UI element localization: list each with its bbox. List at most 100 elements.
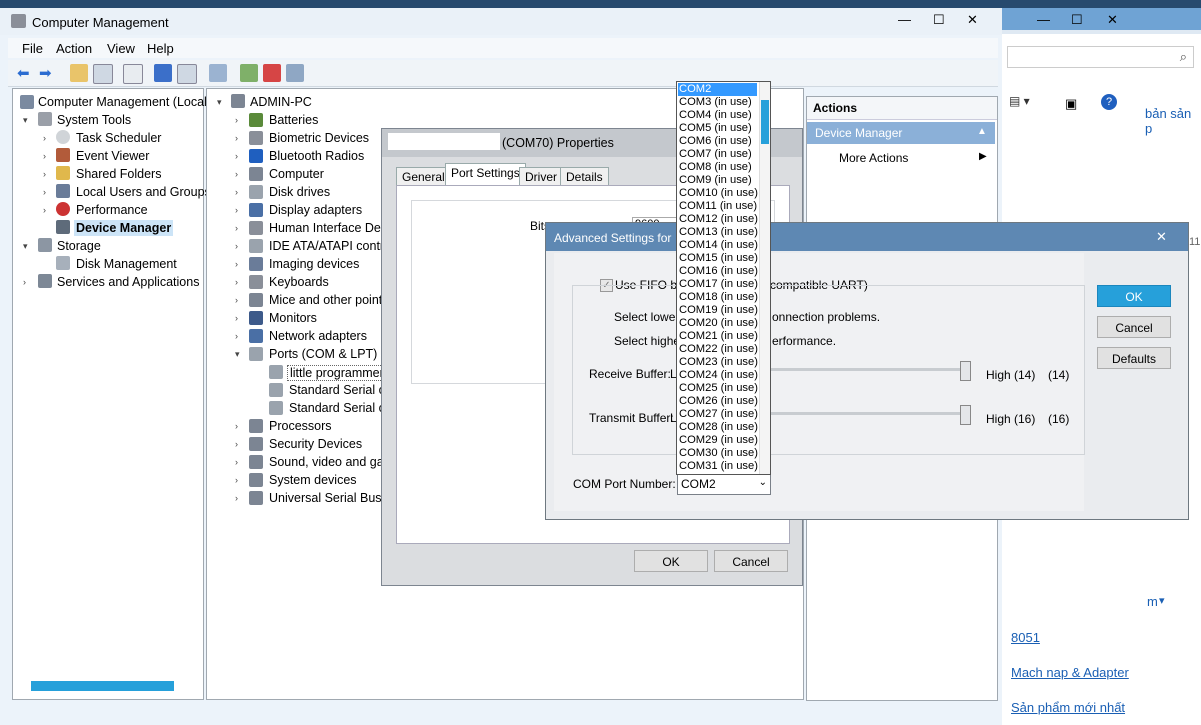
tab-details[interactable]: Details [560, 167, 609, 185]
link-san-pham-moi[interactable]: Sản phẩm mới nhất [1011, 700, 1125, 715]
tree-storage[interactable]: Storage [57, 239, 101, 253]
transmit-slider-thumb[interactable] [960, 405, 971, 425]
device-category-item[interactable]: Keyboards [269, 275, 329, 289]
dropdown-option[interactable]: COM21 (in use) [679, 330, 758, 343]
device-category-item[interactable]: Network adapters [269, 329, 367, 343]
expand-arrow-icon[interactable]: › [235, 457, 238, 467]
tab-general[interactable]: General [396, 167, 451, 185]
actions-section-device-manager[interactable]: Device Manager ▲ [807, 122, 995, 144]
device-category-item[interactable]: System devices [269, 473, 357, 487]
browser-close-button[interactable]: ✕ [1107, 12, 1118, 28]
expand-arrow-icon[interactable]: › [23, 277, 26, 287]
dropdown-option[interactable]: COM25 (in use) [679, 382, 758, 395]
collapse-arrow-icon[interactable]: ▾ [235, 349, 240, 360]
expand-arrow-icon[interactable]: › [235, 133, 238, 143]
device-category-item[interactable]: Biometric Devices [269, 131, 369, 145]
advanced-cancel-button[interactable]: Cancel [1097, 316, 1171, 338]
action-pane-icon[interactable] [177, 64, 197, 84]
expand-arrow-icon[interactable]: › [43, 187, 46, 197]
search-icon[interactable]: ⌕ [1180, 49, 1187, 65]
tree-performance[interactable]: Performance [76, 203, 148, 217]
expand-arrow-icon[interactable]: › [235, 331, 238, 341]
device-category-item[interactable]: Computer [269, 167, 324, 181]
dropdown-option[interactable]: COM4 (in use) [679, 109, 752, 122]
view-options-icon[interactable]: ▤ ▾ [1009, 94, 1059, 110]
browser-maximize-button[interactable]: ☐ [1071, 12, 1083, 28]
chevron-down-icon[interactable]: ▾ [1159, 594, 1165, 607]
dropdown-option[interactable]: COM11 (in use) [679, 200, 757, 213]
dropdown-scroll-thumb[interactable] [761, 100, 769, 144]
tree-root[interactable]: Computer Management (Local [38, 95, 207, 109]
device-tree-root[interactable]: ADMIN-PC [250, 95, 312, 109]
expand-arrow-icon[interactable]: › [43, 169, 46, 179]
dropdown-option[interactable]: COM10 (in use) [679, 187, 758, 200]
dropdown-option[interactable]: COM31 (in use) [679, 460, 758, 473]
expand-arrow-icon[interactable]: › [235, 313, 238, 323]
device-category-item[interactable]: IDE ATA/ATAPI contr [269, 239, 384, 253]
expand-arrow-icon[interactable]: › [235, 295, 238, 305]
disable-device-icon[interactable] [286, 64, 304, 82]
dropdown-option[interactable]: COM23 (in use) [679, 356, 758, 369]
tab-port-settings[interactable]: Port Settings [445, 163, 526, 185]
menu-action[interactable]: Action [56, 41, 92, 56]
back-icon[interactable]: ⬅ [17, 64, 35, 82]
device-category-item[interactable]: Batteries [269, 113, 318, 127]
link-8051[interactable]: 8051 [1011, 630, 1040, 645]
properties-icon[interactable] [123, 64, 143, 84]
tree-local-users[interactable]: Local Users and Groups [76, 185, 211, 199]
com-port-select[interactable]: COM2 ⌄ [677, 473, 771, 495]
expand-arrow-icon[interactable]: › [235, 277, 238, 287]
dropdown-option[interactable]: COM19 (in use) [679, 304, 758, 317]
chevron-down-icon[interactable]: ⌄ [759, 477, 767, 488]
advanced-ok-button[interactable]: OK [1097, 285, 1171, 307]
device-category-item[interactable]: Bluetooth Radios [269, 149, 364, 163]
chevron-right-icon[interactable]: ▶ [979, 151, 987, 162]
dropdown-option[interactable]: COM16 (in use) [679, 265, 758, 278]
dropdown-option[interactable]: COM9 (in use) [679, 174, 752, 187]
browser-search-box[interactable]: ⌕ [1007, 46, 1194, 68]
up-folder-icon[interactable] [70, 64, 88, 82]
dropdown-option[interactable]: COM7 (in use) [679, 148, 752, 161]
expand-arrow-icon[interactable]: › [235, 223, 238, 233]
collapse-arrow-icon[interactable]: ▾ [23, 241, 28, 252]
expand-arrow-icon[interactable]: › [235, 187, 238, 197]
dropdown-option[interactable]: COM6 (in use) [679, 135, 752, 148]
collapse-arrow-icon[interactable]: ▾ [23, 115, 28, 126]
tree-shared-folders[interactable]: Shared Folders [76, 167, 161, 181]
advanced-defaults-button[interactable]: Defaults [1097, 347, 1171, 369]
device-category-item[interactable]: Universal Serial Bus c [269, 491, 391, 505]
device-category-item[interactable]: Imaging devices [269, 257, 359, 271]
uninstall-icon[interactable] [263, 64, 281, 82]
show-tree-icon[interactable] [93, 64, 113, 84]
expand-arrow-icon[interactable]: › [43, 151, 46, 161]
dropdown-scrollbar[interactable] [759, 82, 770, 474]
com-port-dropdown-list[interactable]: COM2 COM3 (in use) COM4 (in use) COM5 (in u… [676, 81, 771, 475]
dropdown-option[interactable]: COM27 (in use) [679, 408, 758, 421]
dropdown-option[interactable]: COM29 (in use) [679, 434, 758, 447]
maximize-button[interactable]: ☐ [933, 12, 945, 28]
device-category-item[interactable]: Processors [269, 419, 332, 433]
dropdown-option[interactable]: COM15 (in use) [679, 252, 758, 265]
dropdown-option[interactable]: COM24 (in use) [679, 369, 758, 382]
help-toolbar-icon[interactable] [154, 64, 172, 82]
expand-arrow-icon[interactable]: › [235, 259, 238, 269]
expand-arrow-icon[interactable]: › [235, 169, 238, 179]
device-category-item[interactable]: Human Interface Devi [269, 221, 390, 235]
menu-view[interactable]: View [107, 41, 135, 56]
tree-services[interactable]: Services and Applications [57, 275, 199, 289]
collapse-up-icon[interactable]: ▲ [977, 126, 987, 137]
properties-cancel-button[interactable]: Cancel [714, 550, 788, 572]
receive-slider-track[interactable] [768, 368, 968, 371]
expand-arrow-icon[interactable]: › [235, 151, 238, 161]
dropdown-option[interactable]: COM14 (in use) [679, 239, 758, 252]
tab-driver[interactable]: Driver [519, 167, 563, 185]
dropdown-option[interactable]: COM22 (in use) [679, 343, 758, 356]
tree-device-manager[interactable]: Device Manager [74, 220, 174, 236]
expand-arrow-icon[interactable]: › [235, 115, 238, 125]
dropdown-option[interactable]: COM5 (in use) [679, 122, 752, 135]
close-button[interactable]: ✕ [967, 12, 978, 28]
dropdown-option[interactable]: COM20 (in use) [679, 317, 758, 330]
advanced-close-button[interactable]: ✕ [1156, 229, 1167, 245]
menu-help[interactable]: Help [147, 41, 174, 56]
device-category-item[interactable]: Disk drives [269, 185, 330, 199]
